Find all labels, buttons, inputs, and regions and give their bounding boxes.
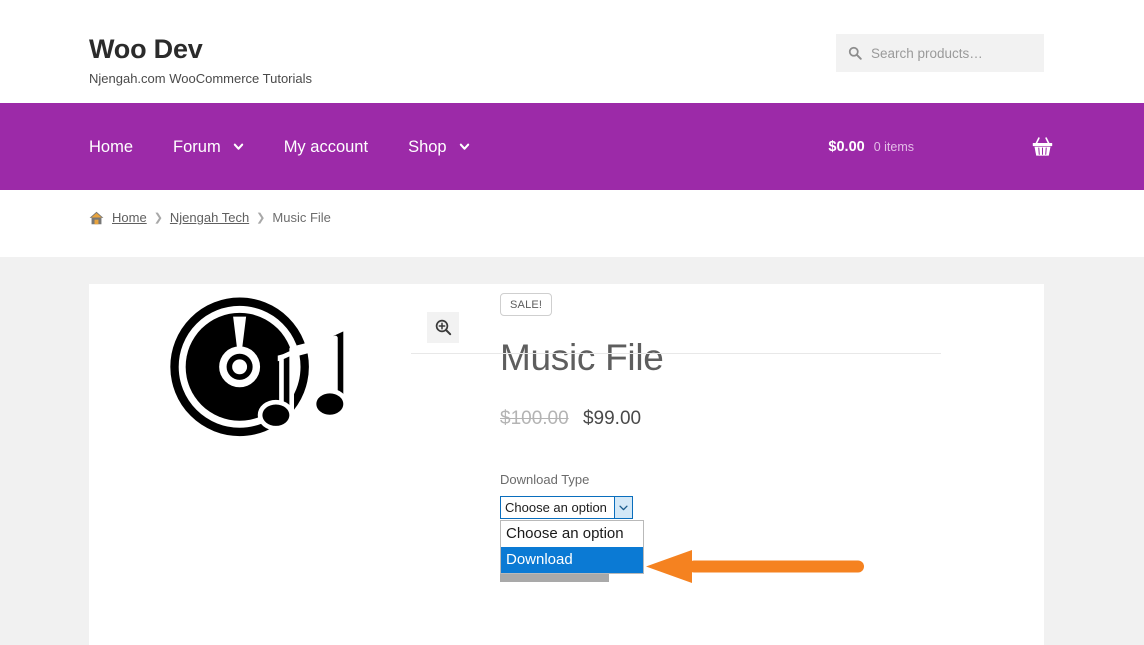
- breadcrumb-bar: Home ❯ Njengah Tech ❯ Music File: [0, 190, 1144, 257]
- download-type-dropdown-list[interactable]: Choose an option Download: [500, 520, 644, 574]
- page-root: Woo Dev Njengah.com WooCommerce Tutorial…: [0, 0, 1144, 645]
- nav-item-forum[interactable]: Forum: [173, 137, 244, 157]
- summary-divider: [411, 353, 941, 354]
- cart-item-count: 0 items: [873, 139, 914, 154]
- breadcrumb-item-njengah-tech[interactable]: Njengah Tech: [170, 210, 249, 225]
- breadcrumb-item-home[interactable]: Home: [112, 210, 147, 225]
- site-header: Woo Dev Njengah.com WooCommerce Tutorial…: [0, 0, 1144, 103]
- primary-navigation-bar: Home Forum My account Shop $0.00 0 items: [0, 103, 1144, 190]
- nav-item-label: Forum: [173, 137, 221, 156]
- breadcrumb-separator: ❯: [256, 212, 266, 224]
- chevron-down-icon: [459, 143, 469, 150]
- shopping-basket-icon[interactable]: [1032, 136, 1053, 157]
- cart-widget[interactable]: $0.00 0 items: [828, 103, 1053, 190]
- image-zoom-button[interactable]: [427, 312, 459, 343]
- magnify-plus-icon: [435, 319, 451, 336]
- product-price: $100.00 $99.00: [500, 407, 1030, 431]
- nav-item-my-account[interactable]: My account: [284, 137, 368, 157]
- search-icon: [848, 46, 862, 60]
- select-selected-value: Choose an option: [505, 500, 607, 515]
- nav-item-label: Home: [89, 137, 134, 156]
- variations-form: Download Type Choose an option Choose an…: [500, 472, 1030, 582]
- breadcrumb-separator: ❯: [153, 212, 163, 224]
- attribute-label-download-type: Download Type: [500, 472, 590, 487]
- product-gallery[interactable]: [98, 290, 459, 446]
- nav-item-label: My account: [283, 137, 369, 156]
- nav-item-home[interactable]: Home: [89, 137, 133, 157]
- select-dropdown-button[interactable]: [614, 497, 632, 518]
- chevron-down-icon: [233, 143, 243, 150]
- breadcrumb: Home ❯ Njengah Tech ❯ Music File: [89, 210, 331, 225]
- product-image[interactable]: [98, 290, 386, 446]
- primary-menu: Home Forum My account Shop: [89, 103, 470, 190]
- cart-total-amount: $0.00: [828, 138, 865, 155]
- site-description: Njengah.com WooCommerce Tutorials: [89, 71, 313, 86]
- price-original: $100.00: [500, 408, 569, 429]
- nav-item-shop[interactable]: Shop: [408, 137, 470, 157]
- search-input[interactable]: [871, 45, 1031, 61]
- product-card: SALE! Music File $100.00 $99.00 Download…: [89, 284, 1044, 645]
- chevron-down-icon: [619, 505, 628, 510]
- download-type-select[interactable]: Choose an option: [500, 496, 633, 519]
- product-search-box[interactable]: [836, 34, 1044, 72]
- download-type-select-wrapper[interactable]: Choose an option Choose an option Downlo…: [500, 496, 644, 574]
- price-current: $99.00: [582, 408, 642, 429]
- sale-badge: SALE!: [500, 293, 553, 316]
- home-icon[interactable]: [89, 211, 104, 225]
- product-title: Music File: [500, 337, 664, 378]
- breadcrumb-item-current: Music File: [272, 210, 331, 225]
- nav-item-label: Shop: [408, 137, 447, 156]
- dropdown-option-choose-an-option[interactable]: Choose an option: [501, 521, 643, 547]
- dropdown-option-download[interactable]: Download: [501, 547, 643, 573]
- site-title[interactable]: Woo Dev: [89, 33, 312, 65]
- site-branding: Woo Dev Njengah.com WooCommerce Tutorial…: [89, 33, 312, 87]
- product-summary: SALE! Music File $100.00 $99.00 Download…: [500, 284, 1030, 582]
